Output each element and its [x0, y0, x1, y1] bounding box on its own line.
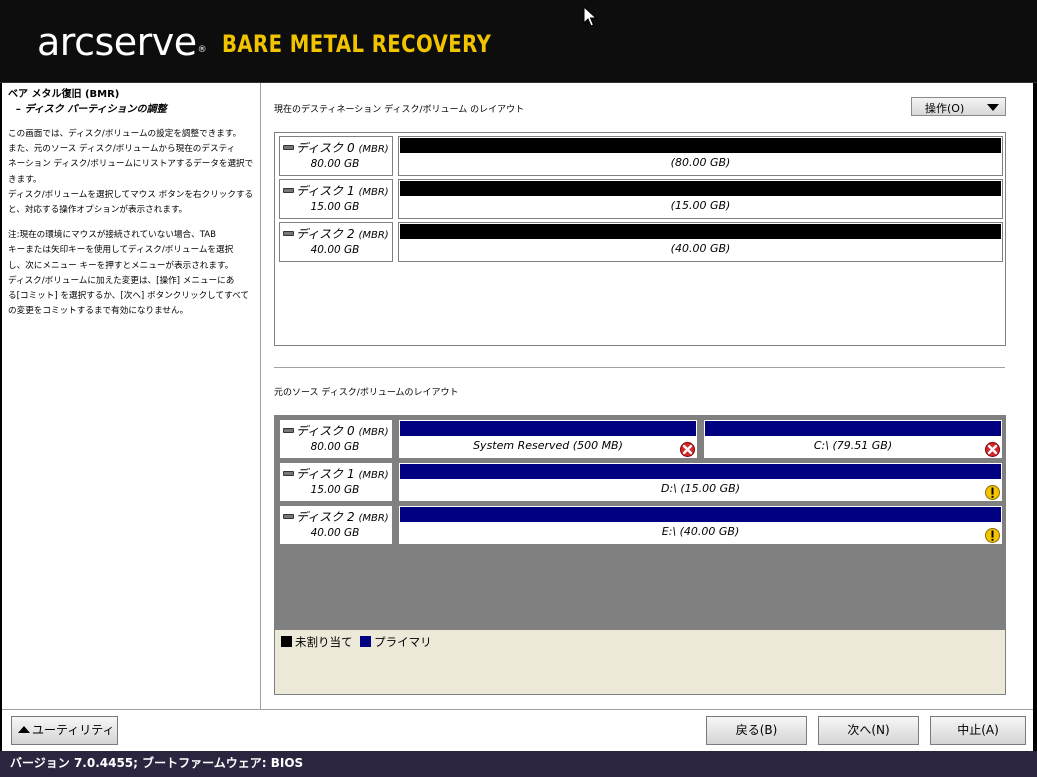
- warning-icon: [985, 485, 1000, 500]
- primary-partition-bar: [400, 421, 696, 436]
- primary-partition-bar: [400, 507, 1001, 522]
- partition-label: C:\ (79.51 GB): [813, 439, 893, 452]
- help-paragraph: この画面では、ディスク/ボリュームの設定を調整できます。 また、元のソース ディ…: [8, 129, 254, 216]
- partition-label: (80.00 GB): [670, 156, 731, 169]
- disk-label[interactable]: ディスク 2 (MBR) 40.00 GB: [279, 505, 393, 545]
- help-note: 注:現在の環境にマウスが接続されていない場合、TAB キーまたは矢印キーを使用し…: [8, 230, 249, 317]
- chevron-up-icon: [18, 726, 30, 733]
- error-icon: [985, 442, 1000, 457]
- partition-label: (15.00 GB): [670, 199, 731, 212]
- disk-row: ディスク 2 (MBR) 40.00 GB (40.00 GB): [279, 222, 1003, 262]
- partition-label: E:\ (40.00 GB): [661, 525, 740, 538]
- partition-label: System Reserved (500 MB): [473, 439, 623, 452]
- main-area: ベア メタル復旧 (BMR) – ディスク パーティションの調整 この画面では、…: [2, 83, 1033, 764]
- divider: [274, 367, 1005, 368]
- disk-size: 80.00 GB: [310, 158, 360, 170]
- disk-name: ディスク 0 (MBR): [296, 141, 389, 155]
- source-layout-panel: ディスク 0 (MBR) 80.00 GB System Reserved (500…: [274, 415, 1006, 631]
- primary-partition-bar: [400, 464, 1001, 479]
- legend-label-unallocated: 未割り当て: [295, 635, 353, 649]
- disk-label[interactable]: ディスク 1 (MBR) 15.00 GB: [279, 462, 393, 502]
- disk-name: ディスク 1 (MBR): [296, 184, 389, 198]
- disk-size: 15.00 GB: [310, 484, 360, 496]
- disk-size: 40.00 GB: [310, 527, 360, 539]
- source-layout-label: 元のソース ディスク/ボリュームのレイアウト: [274, 388, 459, 398]
- partition-block[interactable]: (15.00 GB): [398, 179, 1003, 219]
- version-info: バージョン 7.0.4455; ブートファームウェア: BIOS: [10, 756, 304, 770]
- disk-size: 40.00 GB: [310, 244, 360, 256]
- destination-layout-label: 現在のデスティネーション ディスク/ボリューム のレイアウト: [274, 105, 525, 115]
- back-button[interactable]: 戻る(B): [706, 716, 807, 745]
- disk-size: 80.00 GB: [310, 441, 360, 453]
- abort-button[interactable]: 中止(A): [930, 716, 1026, 745]
- help-title: ベア メタル復旧 (BMR): [8, 89, 120, 100]
- product-name: BARE METAL RECOVERY: [222, 30, 492, 58]
- hard-disk-icon: [283, 231, 294, 236]
- disk-label[interactable]: ディスク 2 (MBR) 40.00 GB: [279, 222, 393, 262]
- partition-block[interactable]: (80.00 GB): [398, 136, 1003, 176]
- partition-label: D:\ (15.00 GB): [660, 482, 741, 495]
- destination-layout-panel: ディスク 0 (MBR) 80.00 GB (80.00 GB) ディスク 1 (MB…: [274, 132, 1006, 346]
- help-subtitle: – ディスク パーティションの調整: [16, 104, 167, 115]
- operations-button[interactable]: 操作(O): [911, 97, 1006, 116]
- disk-name: ディスク 2 (MBR): [296, 510, 389, 524]
- utility-button[interactable]: ユーティリティ(U): [11, 716, 118, 764]
- partition-block[interactable]: C:\ (79.51 GB): [703, 419, 1003, 459]
- disk-name: ディスク 2 (MBR): [296, 227, 389, 241]
- disk-label[interactable]: ディスク 0 (MBR) 80.00 GB: [279, 136, 393, 176]
- mouse-cursor-icon: [583, 6, 598, 27]
- disk-label[interactable]: ディスク 1 (MBR) 15.00 GB: [279, 179, 393, 219]
- hard-disk-icon: [283, 428, 294, 433]
- disk-row: ディスク 2 (MBR) 40.00 GB E:\ (40.00 GB): [279, 505, 1003, 545]
- arcserve-logo: arcserve®: [37, 20, 207, 64]
- partition-block[interactable]: System Reserved (500 MB): [398, 419, 698, 459]
- button-bar: ユーティリティ(U) 戻る(B) 次へ(N) 中止(A): [2, 709, 1033, 764]
- error-icon: [680, 442, 695, 457]
- status-bar: バージョン 7.0.4455; ブートファームウェア: BIOS: [0, 751, 1037, 777]
- partition-block[interactable]: (40.00 GB): [398, 222, 1003, 262]
- primary-partition-bar: [705, 421, 1001, 436]
- partition-block[interactable]: D:\ (15.00 GB): [398, 462, 1003, 502]
- legend-label-primary: プライマリ: [374, 635, 432, 649]
- unallocated-bar: [400, 224, 1001, 239]
- help-panel: ベア メタル復旧 (BMR) – ディスク パーティションの調整 この画面では、…: [2, 83, 261, 709]
- disk-row: ディスク 0 (MBR) 80.00 GB System Reserved (500…: [279, 419, 1003, 459]
- app-header: arcserve® BARE METAL RECOVERY: [0, 0, 1037, 83]
- hard-disk-icon: [283, 471, 294, 476]
- unallocated-bar: [400, 181, 1001, 196]
- legend-swatch-unallocated: [281, 636, 292, 647]
- disk-label[interactable]: ディスク 0 (MBR) 80.00 GB: [279, 419, 393, 459]
- hard-disk-icon: [283, 514, 294, 519]
- chevron-down-icon: [987, 104, 999, 111]
- hard-disk-icon: [283, 188, 294, 193]
- disk-name: ディスク 0 (MBR): [296, 424, 389, 438]
- disk-size: 15.00 GB: [310, 201, 360, 213]
- partition-label: (40.00 GB): [670, 242, 731, 255]
- disk-row: ディスク 1 (MBR) 15.00 GB D:\ (15.00 GB): [279, 462, 1003, 502]
- legend: 未割り当て プライマリ: [274, 630, 1006, 695]
- disk-name: ディスク 1 (MBR): [296, 467, 389, 481]
- legend-swatch-primary: [360, 636, 372, 647]
- disk-row: ディスク 1 (MBR) 15.00 GB (15.00 GB): [279, 179, 1003, 219]
- warning-icon: [985, 528, 1000, 543]
- hard-disk-icon: [283, 145, 294, 150]
- unallocated-bar: [400, 138, 1001, 153]
- disk-row: ディスク 0 (MBR) 80.00 GB (80.00 GB): [279, 136, 1003, 176]
- partition-block[interactable]: E:\ (40.00 GB): [398, 505, 1003, 545]
- next-button[interactable]: 次へ(N): [818, 716, 919, 745]
